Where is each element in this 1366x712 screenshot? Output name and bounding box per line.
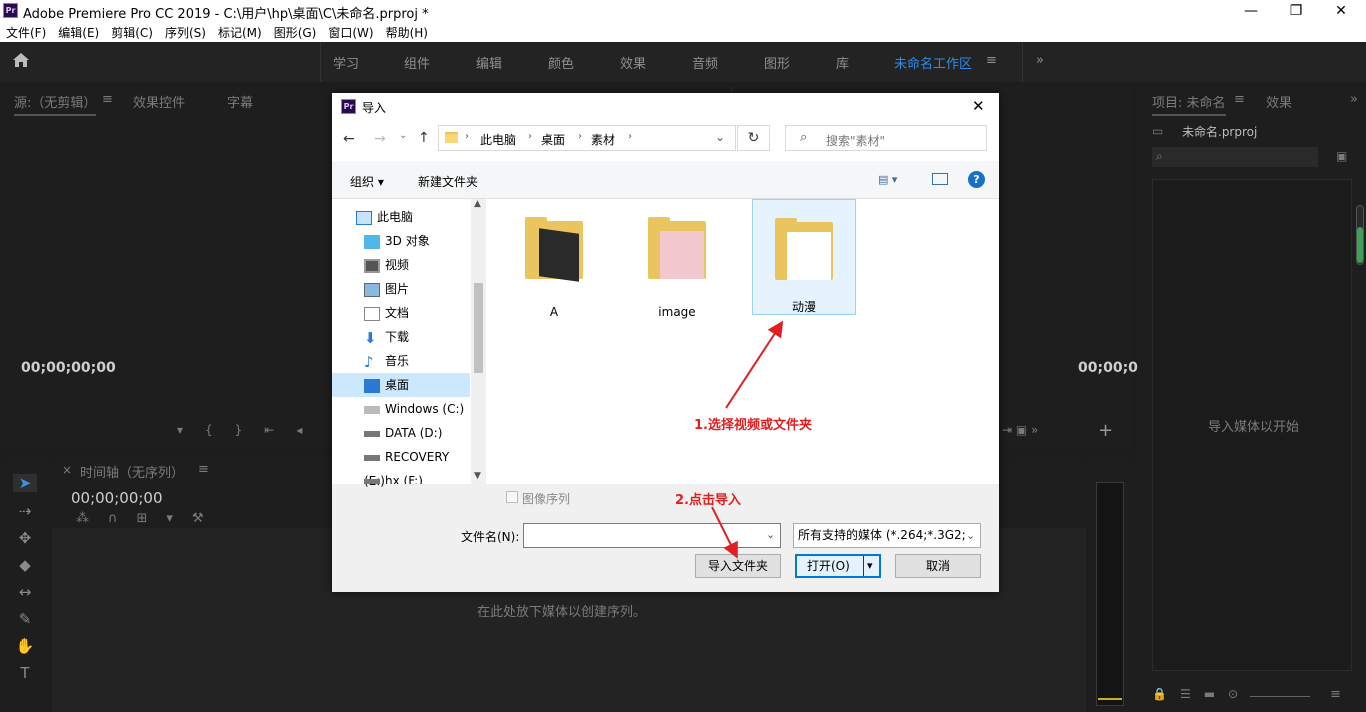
annotation-arrow-2 bbox=[711, 506, 738, 559]
annotation-step-1: 1.选择视频或文件夹 bbox=[694, 418, 812, 433]
annotation-arrows bbox=[711, 320, 784, 559]
annotation-arrow-1 bbox=[725, 320, 784, 409]
annotation-step-2: 2.点击导入 bbox=[675, 493, 741, 508]
